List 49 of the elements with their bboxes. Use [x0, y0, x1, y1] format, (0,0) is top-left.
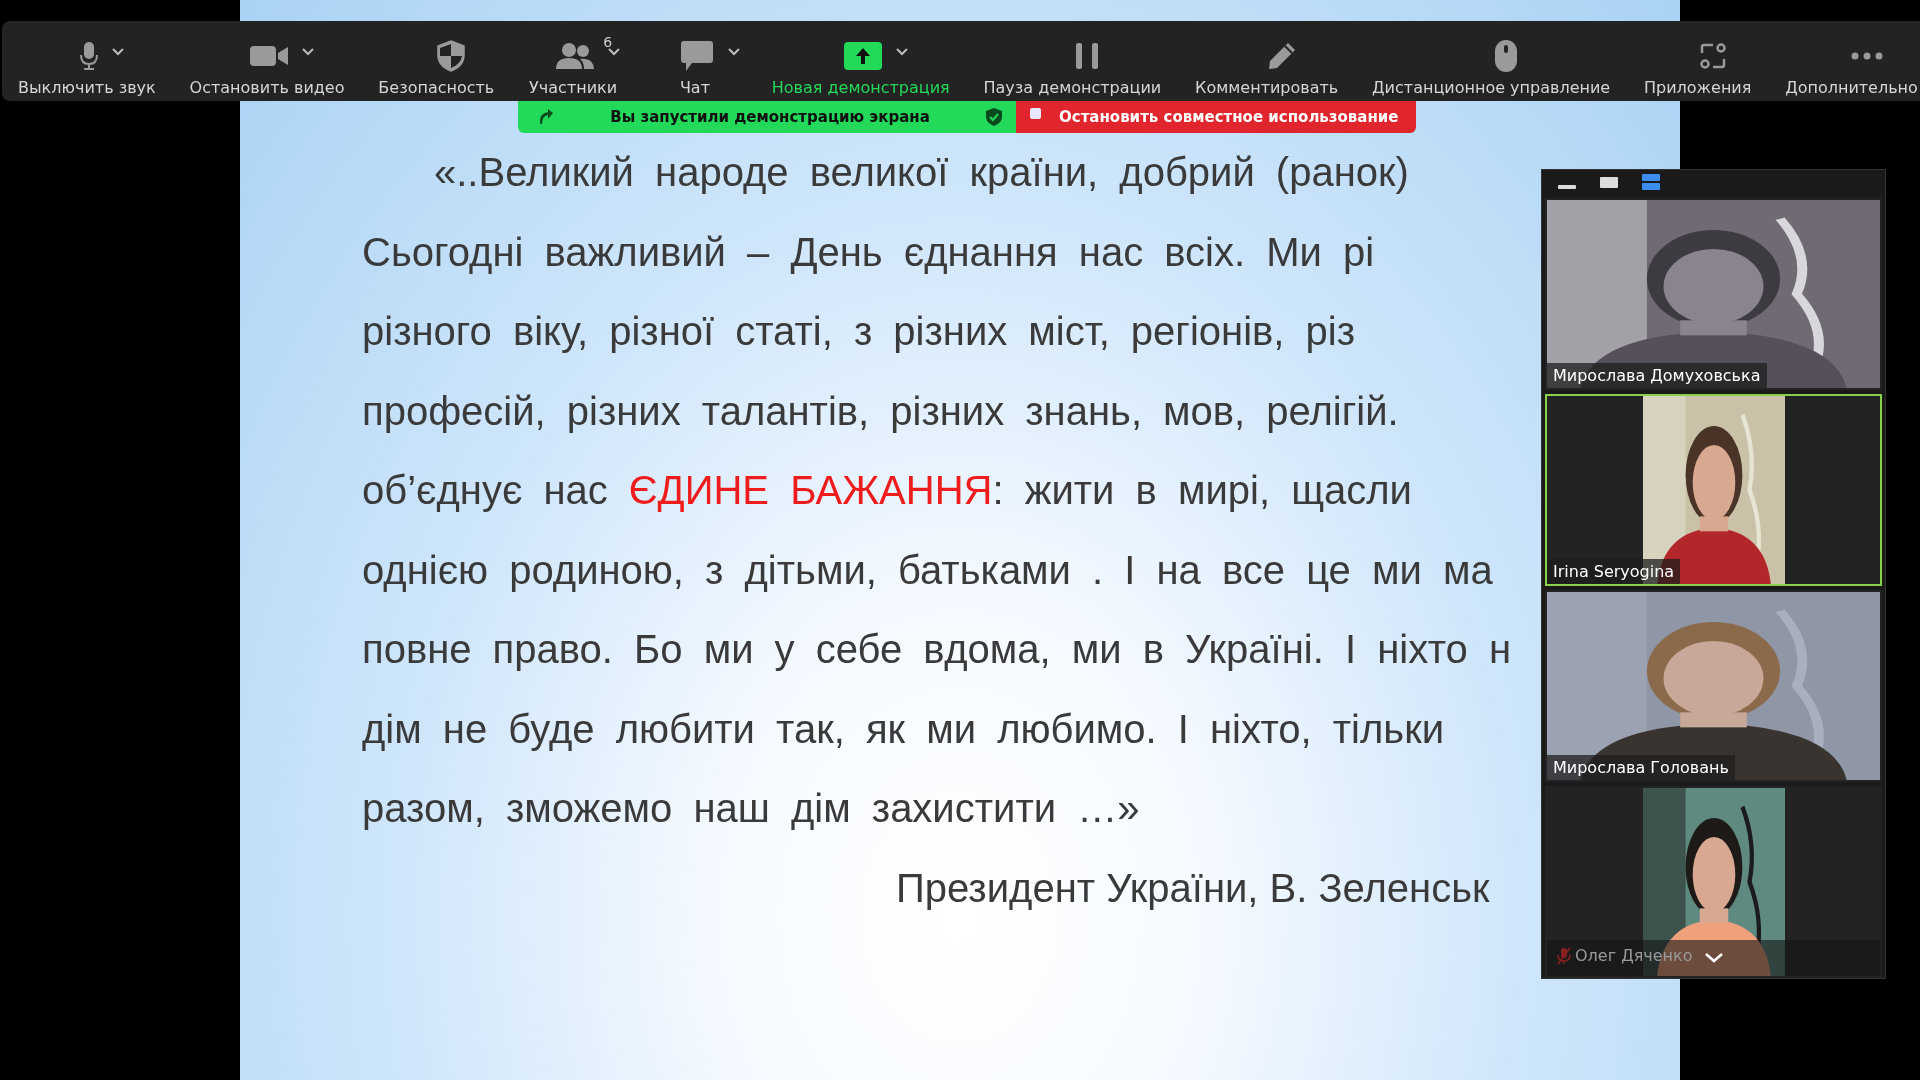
chevron-down-icon[interactable] [1704, 953, 1723, 963]
participant-name: Мирослава Домуховська [1553, 366, 1761, 385]
sharing-status-text: Вы запустили демонстрацию экрана [610, 108, 930, 126]
share-screen-icon[interactable] [843, 42, 882, 70]
more-icon[interactable] [1850, 52, 1883, 60]
participants-icon[interactable] [556, 42, 595, 70]
chat-bubble-icon[interactable] [679, 40, 714, 72]
slide-text-line: однією родиною, з дітьми, батьками . І на все це ми ма [362, 546, 1493, 594]
participant-name: Irina Seryogina [1553, 562, 1675, 581]
slide-text-line: Сьогодні важливий – День єднання нас всіх. Ми рі [362, 228, 1375, 276]
slide-text-line: дім не буде любити так, як ми любимо. І ніхто, тільки [362, 705, 1445, 753]
slide-text-line: разом, зможемо наш дім захистити …» [362, 785, 1140, 832]
toolbar-button[interactable]: Дистанционное управление [1370, 78, 1613, 97]
slide-text-line: професій, різних талантів, різних знань, мов, релігій. [362, 387, 1399, 435]
video-camera-icon[interactable] [250, 44, 288, 68]
stop-sharing-button[interactable]: Остановить совместное использование [1016, 101, 1416, 133]
toolbar-button[interactable]: Пауза демонстрации [981, 78, 1164, 97]
toolbar-button[interactable]: Выключить звук [16, 78, 158, 97]
microphone-icon[interactable] [79, 41, 98, 71]
participant-name: Мирослава Головань [1553, 758, 1729, 777]
caret-icon[interactable] [608, 48, 621, 56]
participant-count: 6 [603, 34, 613, 50]
stacked-rectangles-icon[interactable] [1641, 174, 1661, 190]
caret-icon[interactable] [895, 48, 908, 56]
toolbar-button[interactable]: Дополнительно [1783, 78, 1920, 97]
arrow-icon [538, 109, 554, 125]
scroll-down-bar[interactable] [1547, 940, 1880, 976]
slide-text-line: повне право. Бо ми у себе вдома, ми в Україні. І ніхто н [362, 626, 1511, 673]
shield-check-icon [986, 108, 1002, 126]
toolbar-button[interactable]: Приложения [1642, 78, 1754, 97]
mouse-icon[interactable] [1495, 40, 1518, 72]
shield-icon[interactable] [437, 40, 466, 72]
toolbar-button[interactable]: Безопасность [376, 78, 497, 97]
slide-text-line: різного віку, різної статі, з різних міст, регіонів, різ [362, 308, 1355, 355]
pause-icon[interactable] [1076, 43, 1099, 69]
caret-icon[interactable] [111, 48, 124, 56]
caret-icon[interactable] [727, 48, 740, 56]
slide-text-line: «..Великий народе великої країни, добрий (ранок) [433, 149, 1409, 196]
toolbar-button[interactable]: Комментировать [1193, 78, 1341, 97]
pencil-icon[interactable] [1267, 42, 1296, 70]
rectangle-icon[interactable] [1599, 174, 1619, 190]
caret-icon[interactable] [302, 48, 314, 56]
apps-icon[interactable] [1698, 42, 1727, 70]
signature: Президент України, В. Зеленськ [895, 864, 1490, 912]
slide-text-line: об’єднує нас ЄДИНЕ БАЖАННЯ: жити в мирі, щасли [362, 467, 1412, 514]
toolbar-button[interactable]: Новая демонстрация [769, 78, 952, 97]
toolbar-button[interactable]: Чат [677, 78, 712, 97]
toolbar-button[interactable]: Участники [527, 78, 620, 97]
toolbar-button[interactable]: Остановить видео [187, 78, 347, 97]
